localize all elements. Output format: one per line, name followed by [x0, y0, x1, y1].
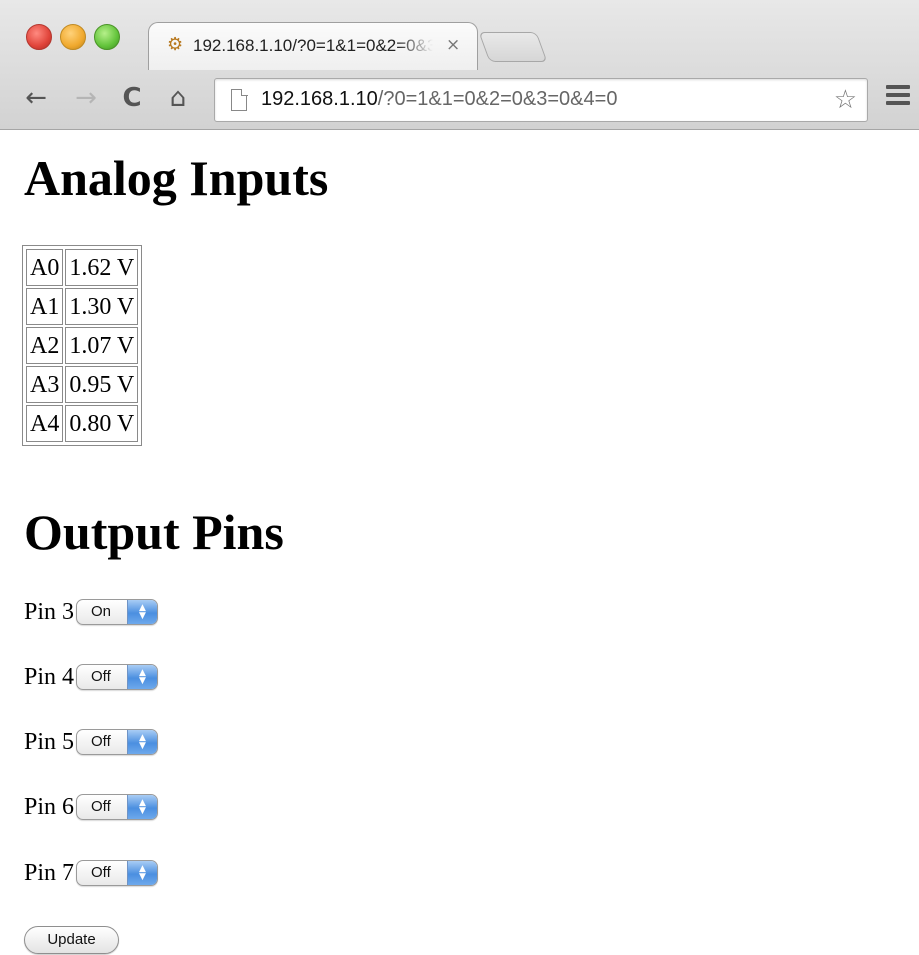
reload-icon[interactable]: C	[116, 80, 148, 116]
output-pins-heading: Output Pins	[24, 504, 284, 560]
select-value: Off	[91, 668, 111, 686]
update-button[interactable]: Update	[24, 926, 119, 954]
pin-row-3: Pin 3 On ▲ ▼	[24, 596, 159, 626]
pin-6-select[interactable]: Off ▲ ▼	[76, 794, 159, 821]
address-bar[interactable]: 192.168.1.10/?0=1&1=0&2=0&3=0&4=0 ☆	[214, 78, 868, 122]
select-value: Off	[91, 864, 111, 882]
bookmark-star-icon[interactable]: ☆	[834, 85, 857, 115]
back-arrow-icon[interactable]: ←	[20, 80, 52, 116]
voltage-cell: 1.62 V	[65, 249, 139, 286]
channel-cell: A3	[26, 366, 64, 403]
pin-5-select[interactable]: Off ▲ ▼	[76, 729, 159, 756]
select-value: On	[91, 603, 112, 621]
voltage-cell: 0.95 V	[65, 366, 139, 403]
table-row: A3 0.95 V	[26, 366, 139, 403]
puzzle-icon: ⚙	[167, 34, 184, 55]
pin-7-select[interactable]: Off ▲ ▼	[76, 860, 159, 887]
page-content: Analog Inputs A0 1.62 V A1 1.30 V A2 1.0…	[0, 131, 919, 955]
url-path: /?0=1&1=0&2=0&3=0&4=0	[377, 88, 618, 110]
analog-inputs-heading: Analog Inputs	[24, 150, 329, 206]
voltage-cell: 0.80 V	[65, 405, 139, 442]
pin-4-select[interactable]: Off ▲ ▼	[76, 664, 159, 691]
pin-label: Pin 5	[24, 729, 75, 756]
pin-label: Pin 6	[24, 794, 75, 821]
home-icon[interactable]: ⌂	[162, 80, 194, 116]
updown-arrows-icon: ▲ ▼	[127, 861, 158, 886]
updown-arrows-icon: ▲ ▼	[127, 665, 158, 690]
browser-toolbar: ← → C ⌂ 192.168.1.10/?0=1&1=0&2=0&3=0&4=…	[0, 70, 919, 130]
browser-tab[interactable]: ⚙ 192.168.1.10/?0=1&1=0&2=0&3=0&4=0 ×	[148, 22, 478, 70]
forward-arrow-icon[interactable]: →	[70, 80, 102, 116]
updown-arrows-icon: ▲ ▼	[127, 730, 158, 755]
pin-row-5: Pin 5 Off ▲ ▼	[24, 726, 159, 756]
url-host: 192.168.1.10	[261, 88, 378, 110]
tab-title: 192.168.1.10/?0=1&1=0&2=0&3=0&4=0	[193, 36, 433, 55]
browser-chrome: ⚙ 192.168.1.10/?0=1&1=0&2=0&3=0&4=0 × ← …	[0, 0, 919, 130]
pin-row-4: Pin 4 Off ▲ ▼	[24, 661, 159, 691]
table-row: A4 0.80 V	[26, 405, 139, 442]
table-row: A2 1.07 V	[26, 327, 139, 364]
page-icon	[231, 88, 248, 111]
select-value: Off	[91, 733, 111, 751]
new-tab-button[interactable]	[478, 32, 548, 62]
updown-arrows-icon: ▲ ▼	[127, 600, 158, 625]
tab-close-icon[interactable]: ×	[446, 35, 460, 55]
channel-cell: A0	[26, 249, 64, 286]
pin-label: Pin 3	[24, 599, 75, 626]
pin-label: Pin 7	[24, 860, 75, 887]
select-value: Off	[91, 798, 111, 816]
channel-cell: A4	[26, 405, 64, 442]
channel-cell: A2	[26, 327, 64, 364]
table-row: A1 1.30 V	[26, 288, 139, 325]
window-minimize-button[interactable]	[60, 24, 86, 50]
window-zoom-button[interactable]	[94, 24, 120, 50]
pin-row-7: Pin 7 Off ▲ ▼	[24, 857, 159, 887]
tab-strip: ⚙ 192.168.1.10/?0=1&1=0&2=0&3=0&4=0 ×	[0, 0, 919, 70]
pin-label: Pin 4	[24, 664, 75, 691]
pin-row-6: Pin 6 Off ▲ ▼	[24, 791, 159, 821]
table-row: A0 1.62 V	[26, 249, 139, 286]
channel-cell: A1	[26, 288, 64, 325]
voltage-cell: 1.07 V	[65, 327, 139, 364]
window-close-button[interactable]	[26, 24, 52, 50]
analog-readings-table: A0 1.62 V A1 1.30 V A2 1.07 V A3 0.95 V …	[22, 245, 143, 446]
voltage-cell: 1.30 V	[65, 288, 139, 325]
address-url[interactable]: 192.168.1.10/?0=1&1=0&2=0&3=0&4=0	[261, 88, 617, 111]
pin-3-select[interactable]: On ▲ ▼	[76, 599, 159, 626]
menu-icon[interactable]	[886, 82, 910, 112]
updown-arrows-icon: ▲ ▼	[127, 795, 158, 820]
